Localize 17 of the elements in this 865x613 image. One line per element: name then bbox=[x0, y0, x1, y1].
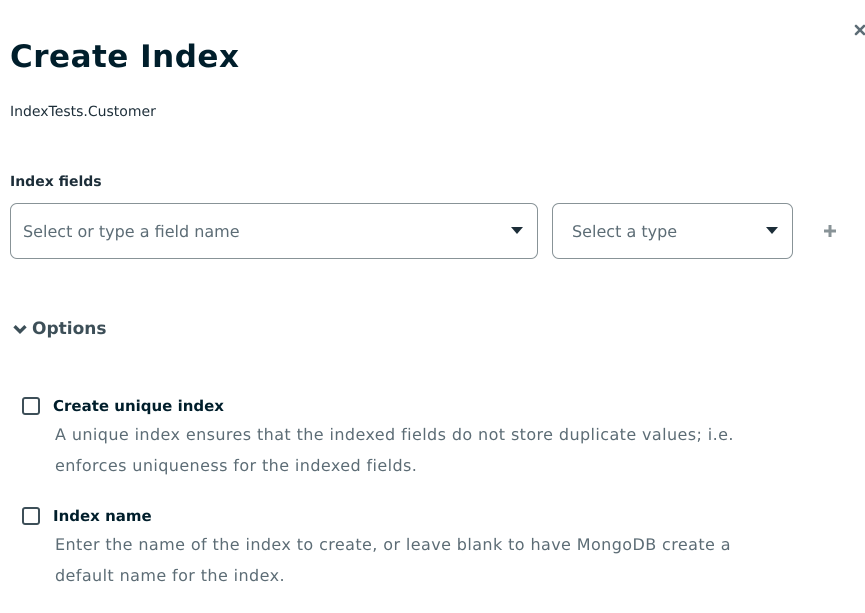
option-description: Enter the name of the index to create, or leave blank to have MongoDB create a default name for the index. bbox=[55, 534, 732, 587]
chevron-down-icon bbox=[12, 324, 28, 334]
close-button[interactable] bbox=[854, 24, 865, 36]
option-label: Create unique index bbox=[53, 397, 224, 415]
dialog-title: Create Index bbox=[10, 38, 240, 77]
caret-icon bbox=[766, 227, 778, 235]
select-field[interactable]: Select a type bbox=[552, 203, 793, 259]
option-description: A unique index ensures that the indexed fields do not store duplicate values; i.e. enforces uniqueness for the indexed fields. bbox=[55, 424, 735, 477]
caret-icon bbox=[511, 227, 523, 235]
namespace-label: IndexTests.Customer bbox=[10, 104, 157, 120]
section-label: Index fields bbox=[10, 174, 103, 190]
option-label: Index name bbox=[53, 507, 152, 525]
checkbox[interactable] bbox=[22, 507, 40, 525]
select-field[interactable]: Select or type a field name bbox=[10, 203, 538, 259]
checkbox[interactable] bbox=[22, 397, 40, 415]
add-field-button[interactable] bbox=[823, 224, 837, 238]
options-toggle[interactable]: Options bbox=[12, 319, 106, 339]
